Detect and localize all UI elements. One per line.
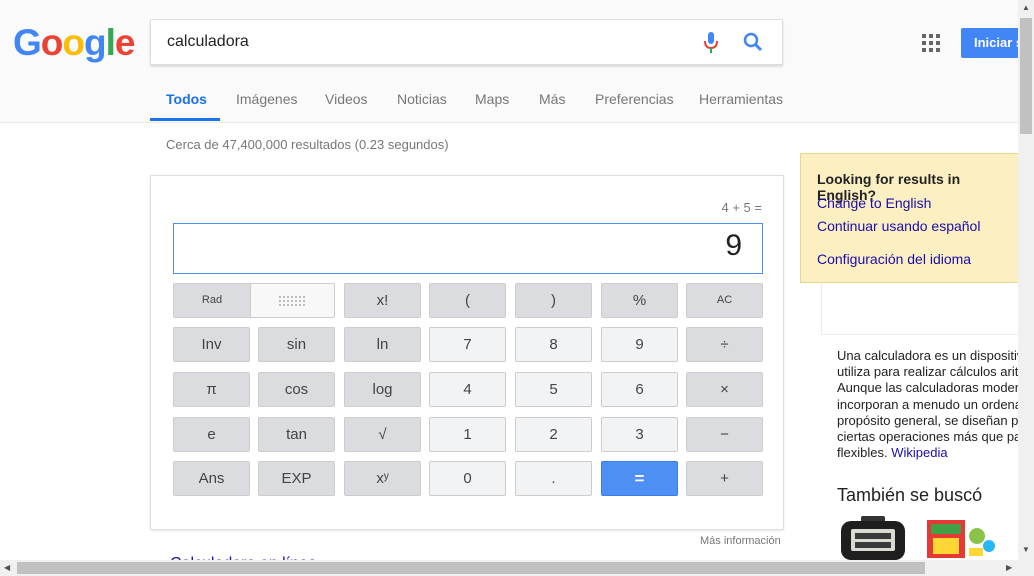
search-input[interactable]: calculadora [167, 33, 249, 51]
description-line: propósito general, se diseñan para [837, 412, 1018, 428]
multiply-button[interactable]: × [686, 372, 763, 407]
subtract-button[interactable]: − [686, 417, 763, 452]
divide-button[interactable]: ÷ [686, 327, 763, 362]
add-button[interactable]: + [686, 461, 763, 496]
description-line: flexibles. [837, 445, 888, 461]
digit-6-button[interactable]: 6 [601, 372, 678, 407]
continue-spanish-link[interactable]: Continuar usando español [817, 218, 980, 234]
tab-imagenes[interactable]: Imágenes [236, 91, 297, 107]
decimal-button[interactable]: . [515, 461, 592, 496]
stopwatch-thumbnail[interactable] [837, 516, 909, 560]
description-line: incorporan a menudo un ordenador de [837, 396, 1018, 412]
digit-7-button[interactable]: 7 [429, 327, 506, 362]
calculator-display[interactable]: 9 [173, 223, 763, 274]
tab-mas[interactable]: Más [539, 91, 565, 107]
log-button[interactable]: log [344, 372, 421, 407]
scroll-up-icon[interactable]: ▲ [1022, 3, 1030, 12]
calculator-expression: 4 + 5 = [721, 200, 762, 215]
description-line: Una calculadora es un dispositivo [837, 348, 1018, 363]
logo-letter: o [40, 22, 64, 63]
tab-herramientas[interactable]: Herramientas [699, 91, 783, 107]
tab-todos[interactable]: Todos [166, 91, 207, 107]
panel-divider [821, 334, 1018, 335]
digit-3-button[interactable]: 3 [601, 417, 678, 452]
all-clear-button[interactable]: AC [686, 283, 763, 318]
description-line: Aunque las calculadoras modernas [837, 380, 1018, 396]
logo-letter: e [114, 22, 136, 63]
close-paren-button[interactable]: ) [515, 283, 592, 318]
logo-letter: G [13, 22, 42, 63]
knowledge-panel-description: Una calculadora es un dispositivo utiliz… [837, 348, 1018, 463]
vertical-scrollbar[interactable]: ▲ ▼ [1018, 0, 1034, 560]
calculator-card: 4 + 5 = 9 Rad x! ( ) % AC Inv sin ln 7 8… [150, 175, 784, 530]
deg-placeholder-icon [278, 296, 305, 306]
digit-4-button[interactable]: 4 [429, 372, 506, 407]
search-box[interactable]: calculadora [150, 19, 783, 65]
tab-maps[interactable]: Maps [475, 91, 509, 107]
logo-letter: g [84, 22, 107, 63]
cos-button[interactable]: cos [258, 372, 335, 407]
language-suggestion-box: Looking for results in English? Change t… [800, 153, 1020, 283]
result-stats: Cerca de 47,400,000 resultados (0.23 seg… [166, 137, 449, 152]
logo-letter: l [105, 22, 116, 63]
inverse-button[interactable]: Inv [173, 327, 250, 362]
horizontal-scroll-thumb[interactable] [17, 562, 925, 574]
header-bar: Google calculadora Iniciar sesión Todos … [0, 0, 1021, 123]
description-line: ciertas operaciones más que para ser [837, 429, 1018, 445]
logo-letter: o [62, 22, 85, 63]
more-info-link[interactable]: Más información [700, 535, 781, 547]
wikipedia-link[interactable]: Wikipedia [891, 445, 947, 460]
change-to-english-link[interactable]: Change to English [817, 195, 931, 211]
tan-button[interactable]: tan [258, 417, 335, 452]
open-paren-button[interactable]: ( [429, 283, 506, 318]
vertical-scroll-thumb[interactable] [1020, 18, 1032, 134]
panel-divider [821, 283, 822, 335]
horizontal-scrollbar[interactable]: ◀ ▶ [0, 560, 1034, 576]
game-box-thumbnail[interactable] [923, 516, 999, 560]
scroll-down-icon[interactable]: ▼ [1022, 545, 1030, 554]
google-logo[interactable]: Google [13, 22, 136, 64]
microphone-icon[interactable] [704, 32, 718, 59]
calculator-result: 9 [725, 229, 742, 262]
ans-button[interactable]: Ans [173, 461, 250, 496]
digit-1-button[interactable]: 1 [429, 417, 506, 452]
scroll-left-icon[interactable]: ◀ [4, 563, 10, 572]
sign-in-button[interactable]: Iniciar sesión [961, 28, 1021, 58]
percent-button[interactable]: % [601, 283, 678, 318]
sin-button[interactable]: sin [258, 327, 335, 362]
tab-preferencias[interactable]: Preferencias [595, 91, 674, 107]
digit-2-button[interactable]: 2 [515, 417, 592, 452]
deg-toggle-button[interactable] [250, 283, 335, 318]
search-icon[interactable] [743, 32, 763, 57]
tab-noticias[interactable]: Noticias [397, 91, 447, 107]
exp-button[interactable]: EXP [258, 461, 335, 496]
power-button[interactable]: xʸ [344, 461, 421, 496]
description-line-last: flexibles. Wikipedia [837, 445, 1018, 461]
digit-5-button[interactable]: 5 [515, 372, 592, 407]
pi-button[interactable]: π [173, 372, 250, 407]
apps-grid-icon[interactable] [922, 34, 940, 57]
digit-8-button[interactable]: 8 [515, 327, 592, 362]
e-button[interactable]: e [173, 417, 250, 452]
ln-button[interactable]: ln [344, 327, 421, 362]
active-tab-indicator [150, 118, 220, 121]
tab-videos[interactable]: Videos [325, 91, 368, 107]
equals-button[interactable]: = [601, 461, 678, 496]
digit-0-button[interactable]: 0 [429, 461, 506, 496]
description-line: utiliza para realizar cálculos aritmétic… [837, 364, 1018, 380]
factorial-button[interactable]: x! [344, 283, 421, 318]
sqrt-button[interactable]: √ [344, 417, 421, 452]
rad-toggle-button[interactable]: Rad [173, 283, 250, 318]
language-settings-link[interactable]: Configuración del idioma [817, 251, 971, 267]
also-searched-heading: También se buscó [837, 485, 983, 505]
digit-9-button[interactable]: 9 [601, 327, 678, 362]
scroll-right-icon[interactable]: ▶ [1006, 563, 1012, 572]
